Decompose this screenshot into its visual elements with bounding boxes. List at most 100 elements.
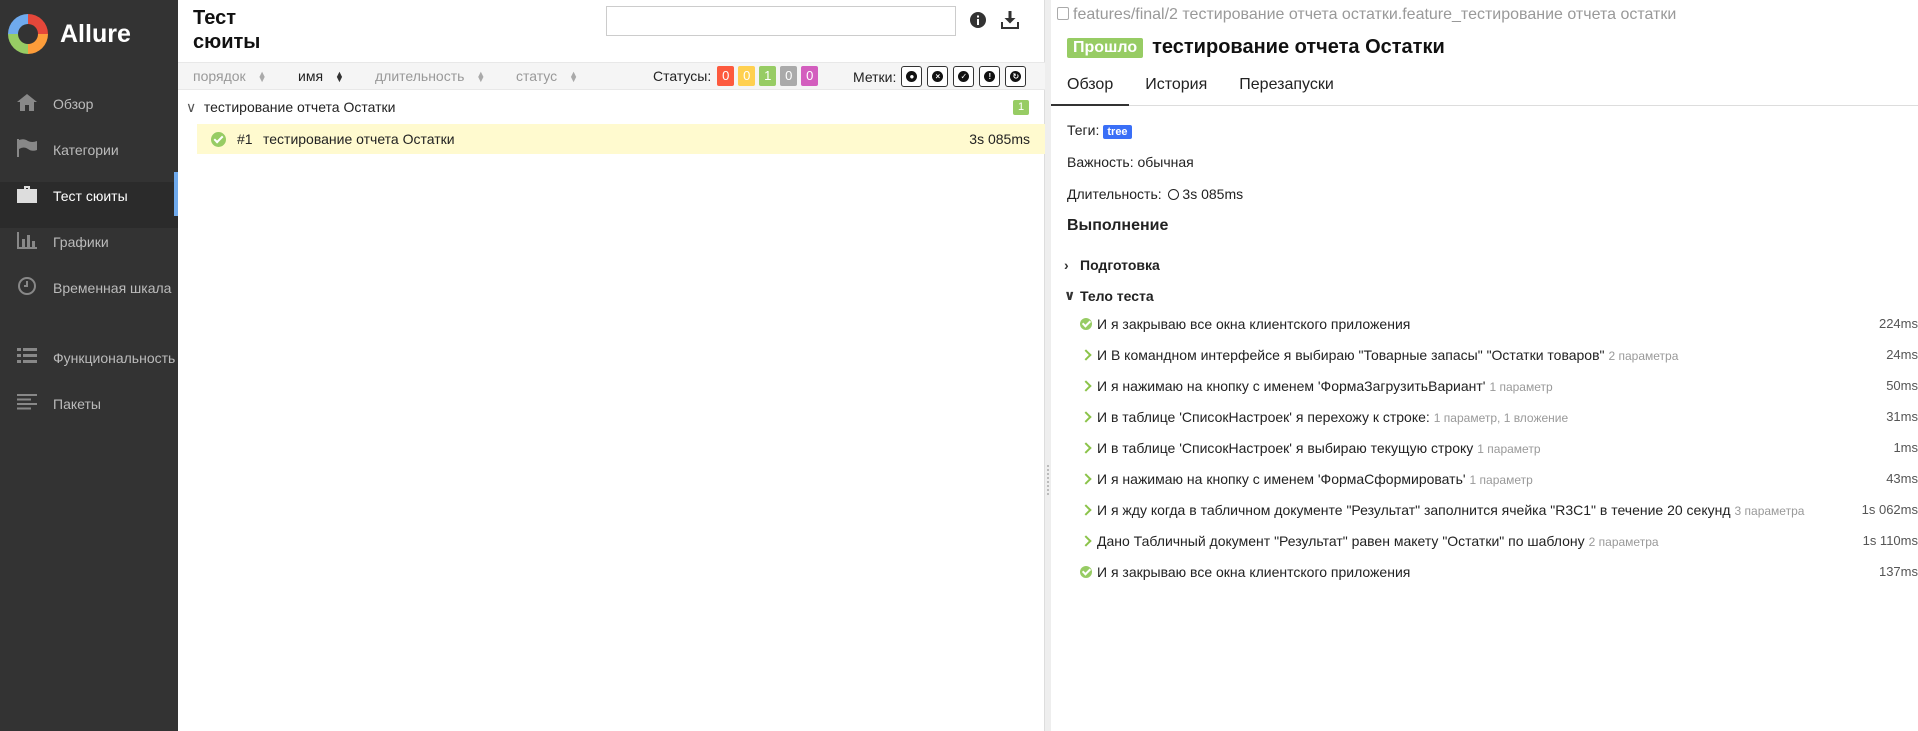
duration-label: Длительность: xyxy=(1067,186,1162,202)
step-text: И я нажимаю на кнопку с именем 'ФормаЗаг… xyxy=(1097,378,1486,394)
passed-status-icon xyxy=(211,132,226,147)
chevron-right-icon xyxy=(1080,504,1092,516)
test-title: тестирование отчета Остатки xyxy=(1152,36,1445,58)
bar-chart-icon xyxy=(16,230,38,250)
sort-by-duration[interactable]: длительность ▲ ▼ xyxy=(375,68,485,84)
bomb-icon[interactable]: ● xyxy=(901,66,923,87)
allure-logo-icon xyxy=(8,14,48,54)
sidebar-item-label: Графики xyxy=(53,234,109,250)
tab-retries[interactable]: Перезапуски xyxy=(1223,70,1350,106)
sort-bar: порядок ▲ ▼ имя ▲ ▼ длительность ▲ ▼ статус ▲ ▼ … xyxy=(178,62,1045,90)
sort-arrows-icon: ▲ ▼ xyxy=(257,69,267,85)
test-details-pane: features/final/2 тестирование отчета ост… xyxy=(1051,0,1918,731)
sidebar-item-packages[interactable]: Пакеты xyxy=(0,390,178,436)
marks-filter: Метки: ● × ✓ ! ↻ xyxy=(853,66,1027,87)
suites-header: Тест сюиты xyxy=(178,0,1044,62)
step-row[interactable]: И я закрываю все окна клиентского прилож… xyxy=(1067,559,1918,590)
chevron-right-icon xyxy=(1080,411,1092,423)
overview-content: Теги: tree Важность: обычная Длительность… xyxy=(1064,120,1918,590)
step-text: И я нажимаю на кнопку с именем 'ФормаСфо… xyxy=(1097,471,1466,487)
passed-status-icon xyxy=(1080,566,1092,578)
step-row[interactable]: И я нажимаю на кнопку с именем 'ФормаСфо… xyxy=(1067,466,1918,497)
sidebar-item-behaviors[interactable]: Функциональность xyxy=(0,344,178,390)
group-count-badge: 1 xyxy=(1013,100,1029,115)
breadcrumb-path: features/final/2 тестирование отчета ост… xyxy=(1073,6,1677,23)
suites-pane: Тест сюиты порядок ▲ ▼ имя ▲ ▼ длительность ▲… xyxy=(178,0,1045,731)
tab-history[interactable]: История xyxy=(1129,70,1223,106)
status-broken-badge[interactable]: 0 xyxy=(738,66,756,86)
sidebar-item-categories[interactable]: Категории xyxy=(0,136,178,182)
sort-arrows-icon: ▲ ▼ xyxy=(335,69,344,85)
sidebar-item-label: Функциональность xyxy=(53,350,176,366)
test-number: #1 xyxy=(237,131,253,147)
x-circle-icon[interactable]: × xyxy=(927,66,949,87)
info-icon[interactable] xyxy=(970,12,986,31)
step-row[interactable]: И в таблице 'СписокНастроек' я перехожу … xyxy=(1067,404,1918,435)
test-header: Прошло тестирование отчета Остатки xyxy=(1067,36,1445,59)
list-icon xyxy=(16,346,38,366)
sort-by-status[interactable]: статус ▲ ▼ xyxy=(516,68,578,84)
status-unknown-badge[interactable]: 0 xyxy=(801,66,819,86)
drag-handle-icon[interactable] xyxy=(1047,465,1049,495)
test-row[interactable]: #1 тестирование отчета Остатки 3s 085ms xyxy=(197,124,1045,154)
body-section[interactable]: ∨ Тело теста xyxy=(1064,280,1902,311)
step-row[interactable]: И В командном интерфейсе я выбираю "Това… xyxy=(1067,342,1918,373)
step-duration: 50ms xyxy=(1886,378,1918,393)
chevron-right-icon xyxy=(1080,473,1092,485)
step-row[interactable]: Дано Табличный документ "Результат" раве… xyxy=(1067,528,1918,559)
tab-overview[interactable]: Обзор xyxy=(1051,70,1130,106)
clock-icon xyxy=(16,276,38,296)
step-text: И в таблице 'СписокНастроек' я перехожу … xyxy=(1097,409,1430,425)
status-passed-badge[interactable]: 1 xyxy=(759,66,777,86)
status-skipped-badge[interactable]: 0 xyxy=(780,66,798,86)
clock-icon xyxy=(1167,189,1179,200)
tags-label: Теги: xyxy=(1067,122,1100,138)
download-icon[interactable] xyxy=(1001,11,1019,32)
step-params: 2 параметра xyxy=(1608,349,1679,363)
sidebar-item-overview[interactable]: Обзор xyxy=(0,90,178,136)
step-params: 2 параметра xyxy=(1588,535,1659,549)
sidebar-item-label: Временная шкала xyxy=(53,280,172,296)
setup-section[interactable]: › Подготовка xyxy=(1064,249,1902,280)
step-duration: 24ms xyxy=(1886,347,1918,362)
tree-group[interactable]: ∨ тестирование отчета Остатки 1 xyxy=(178,95,1045,119)
status-badge: Прошло xyxy=(1067,37,1144,58)
sidebar-item-graphs[interactable]: Графики xyxy=(0,228,178,274)
status-failed-badge[interactable]: 0 xyxy=(717,66,735,86)
step-row[interactable]: И я нажимаю на кнопку с именем 'ФормаЗаг… xyxy=(1067,373,1918,404)
step-params: 1 параметр xyxy=(1477,442,1541,456)
section-label: Тело теста xyxy=(1080,287,1154,304)
steps-list: И я закрываю все окна клиентского прилож… xyxy=(1067,311,1918,590)
status-filter: Статусы: 0 0 1 0 0 xyxy=(653,66,819,86)
test-duration: 3s 085ms xyxy=(969,131,1030,147)
search-input[interactable] xyxy=(606,6,956,36)
step-row[interactable]: И в таблице 'СписокНастроек' я выбираю т… xyxy=(1067,435,1918,466)
sort-by-order[interactable]: порядок ▲ ▼ xyxy=(193,68,267,84)
sidebar-item-suites[interactable]: Тест сюиты xyxy=(0,172,178,228)
chevron-right-icon xyxy=(1080,380,1092,392)
chevron-down-icon: ∨ xyxy=(1064,287,1076,303)
refresh-icon[interactable]: ↻ xyxy=(1005,66,1027,87)
check-circle-icon[interactable]: ✓ xyxy=(953,66,975,87)
sort-by-name[interactable]: имя ▲ ▼ xyxy=(298,68,344,84)
suites-tree: ∨ тестирование отчета Остатки 1 #1 тести… xyxy=(178,95,1045,154)
copy-icon[interactable] xyxy=(1057,7,1069,20)
sidebar-item-timeline[interactable]: Временная шкала xyxy=(0,274,178,344)
chevron-down-icon: ∨ xyxy=(186,99,197,115)
tag-badge: tree xyxy=(1103,125,1132,139)
chevron-right-icon xyxy=(1080,535,1092,547)
step-duration: 1s 062ms xyxy=(1861,502,1918,517)
align-left-icon xyxy=(16,392,38,412)
step-duration: 31ms xyxy=(1886,409,1918,424)
step-row[interactable]: И я закрываю все окна клиентского прилож… xyxy=(1067,311,1918,342)
step-row[interactable]: И я жду когда в табличном документе "Рез… xyxy=(1067,497,1918,528)
flag-icon xyxy=(16,138,38,158)
brand[interactable]: Allure xyxy=(0,0,178,68)
sidebar-item-label: Тест сюиты xyxy=(53,188,128,204)
sidebar-item-label: Обзор xyxy=(53,96,94,112)
group-name: тестирование отчета Остатки xyxy=(203,99,396,115)
step-text: Дано Табличный документ "Результат" раве… xyxy=(1097,533,1585,549)
test-name: тестирование отчета Остатки xyxy=(263,131,455,147)
exclamation-icon[interactable]: ! xyxy=(979,66,1001,87)
tags-line: Теги: tree xyxy=(1067,120,1902,152)
